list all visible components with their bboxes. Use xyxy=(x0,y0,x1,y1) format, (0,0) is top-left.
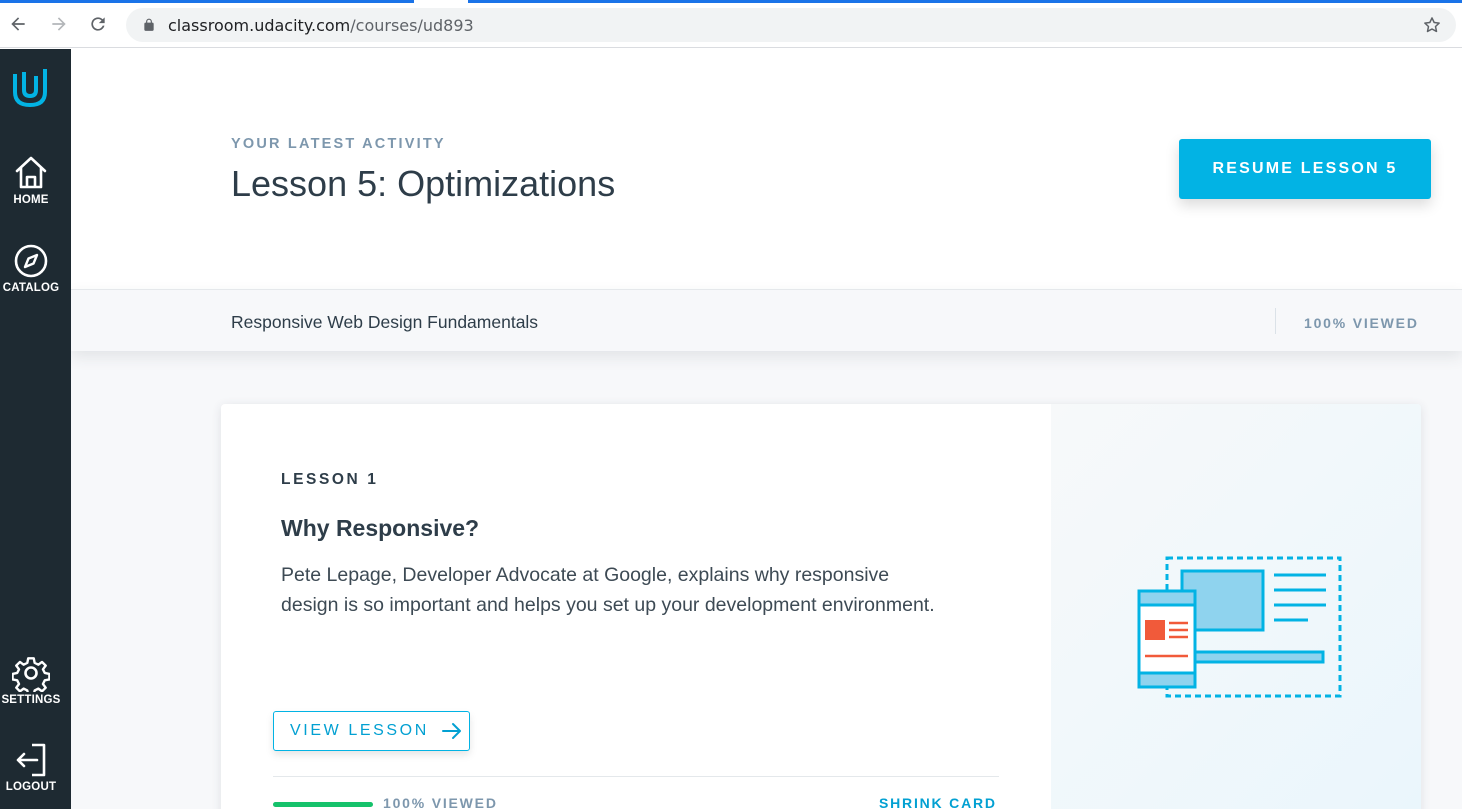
logout-icon xyxy=(16,743,46,777)
lesson-illustration-panel xyxy=(1051,404,1421,809)
browser-toolbar: classroom.udacity.com/courses/ud893 xyxy=(0,0,1462,48)
compass-icon xyxy=(14,244,48,278)
url-text: classroom.udacity.com/courses/ud893 xyxy=(168,16,474,35)
sidebar-item-home[interactable]: HOME xyxy=(0,154,62,206)
shrink-card-link[interactable]: SHRINK CARD xyxy=(879,795,997,809)
view-lesson-label: VIEW LESSON xyxy=(290,722,429,739)
sidebar-item-settings[interactable]: SETTINGS xyxy=(0,654,62,706)
lesson-title: Why Responsive? xyxy=(281,515,480,541)
responsive-devices-illustration xyxy=(1137,556,1342,698)
gear-icon xyxy=(12,657,50,692)
active-tab-indicator xyxy=(414,0,468,4)
lesson-description: Pete Lepage, Developer Advocate at Googl… xyxy=(281,564,935,616)
page-title: Lesson 5: Optimizations xyxy=(231,163,616,204)
reload-button[interactable] xyxy=(86,12,110,36)
lock-icon xyxy=(144,18,154,31)
sidebar-item-catalog[interactable]: CATALOG xyxy=(0,242,62,294)
sidebar-item-label: LOGOUT xyxy=(5,781,57,793)
latest-activity-label: YOUR LATEST ACTIVITY xyxy=(231,136,446,152)
main-content: YOUR LATEST ACTIVITY Lesson 5: Optimizat… xyxy=(71,49,1462,809)
arrow-left-icon xyxy=(11,17,25,31)
lesson-progress-fill xyxy=(273,802,373,807)
arrow-right-icon xyxy=(52,17,66,31)
forward-button[interactable] xyxy=(47,12,71,36)
sidebar: HOME CATALOG SETTINGS LOGOUT xyxy=(0,49,71,809)
divider xyxy=(1275,308,1276,334)
url-host: classroom.udacity.com xyxy=(168,15,351,35)
home-icon xyxy=(15,156,47,189)
resume-lesson-button[interactable]: RESUME LESSON 5 xyxy=(1179,139,1431,199)
lesson-progress-bar xyxy=(273,802,373,807)
sidebar-item-logout[interactable]: LOGOUT xyxy=(0,741,62,793)
reload-icon xyxy=(91,17,105,31)
arrow-right-icon xyxy=(441,723,461,739)
divider xyxy=(273,776,999,777)
view-lesson-button[interactable]: VIEW LESSON xyxy=(273,711,470,751)
latest-activity-section: YOUR LATEST ACTIVITY Lesson 5: Optimizat… xyxy=(71,49,1462,289)
lesson-card: LESSON 1 Why Responsive? Pete Lepage, De… xyxy=(221,404,1421,809)
sidebar-item-label: SETTINGS xyxy=(1,694,61,706)
address-bar[interactable]: classroom.udacity.com/courses/ud893 xyxy=(126,8,1456,42)
udacity-logo-icon[interactable] xyxy=(10,66,50,110)
course-title[interactable]: Responsive Web Design Fundamentals xyxy=(231,312,538,333)
lesson-card-body: LESSON 1 Why Responsive? Pete Lepage, De… xyxy=(221,404,1051,809)
course-summary-bar: Responsive Web Design Fundamentals 100% … xyxy=(71,289,1462,351)
back-button[interactable] xyxy=(6,12,30,36)
course-progress-text: 100% VIEWED xyxy=(1304,315,1419,331)
sidebar-item-label: HOME xyxy=(13,194,49,206)
sidebar-item-label: CATALOG xyxy=(2,282,60,294)
lesson-number: LESSON 1 xyxy=(281,471,379,488)
lesson-progress-text: 100% VIEWED xyxy=(383,795,498,809)
url-path: /courses/ud893 xyxy=(350,15,474,35)
bookmark-star-icon[interactable] xyxy=(1422,15,1442,35)
